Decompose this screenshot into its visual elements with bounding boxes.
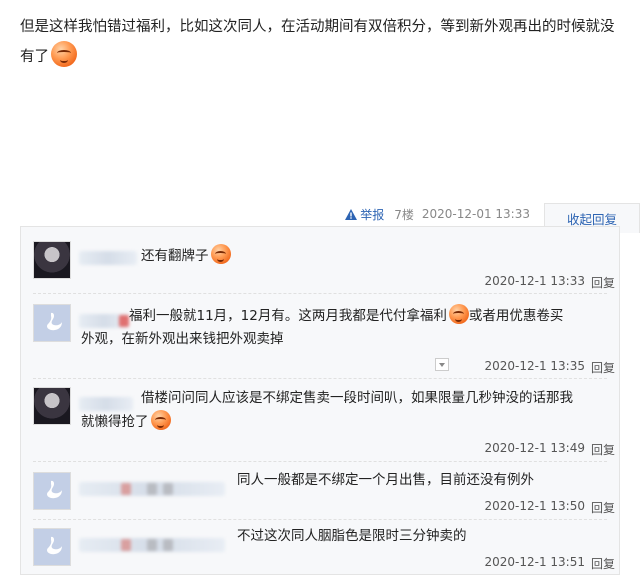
swan-icon bbox=[47, 480, 62, 499]
avatar[interactable] bbox=[33, 528, 71, 566]
swan-icon bbox=[47, 536, 62, 555]
reply-text-content: 还有翻牌子 bbox=[141, 248, 209, 264]
blurred-username[interactable] bbox=[79, 538, 225, 552]
laughing-emoji-icon bbox=[210, 244, 231, 264]
user-badge-icon bbox=[121, 539, 131, 551]
reply-text-line2-text: 就懒得抢了 bbox=[81, 414, 149, 430]
warning-triangle-icon bbox=[345, 208, 358, 220]
avatar[interactable] bbox=[33, 241, 71, 279]
avatar[interactable] bbox=[33, 472, 71, 510]
reply-button[interactable]: 回复 bbox=[591, 555, 615, 572]
reply-text-line1-a: 福利一般就11月，12月有。这两月我都是代付拿福利 bbox=[129, 308, 447, 324]
reply-button[interactable]: 回复 bbox=[591, 274, 615, 291]
blurred-username[interactable] bbox=[79, 482, 225, 496]
avatar[interactable] bbox=[33, 387, 71, 425]
floor-number: 7楼 bbox=[394, 207, 414, 222]
reply-text-line1: 借楼问问同人应该是不绑定售卖一段时间叭，如果限量几秒钟没的话那我 bbox=[141, 390, 573, 406]
reply-text: 福利一般就11月，12月有。这两月我都是代付拿福利 或者用优惠卷买 bbox=[129, 304, 619, 328]
reply-meta: 2020-12-1 13:50 回复 bbox=[484, 499, 615, 516]
post-time: 2020-12-01 13:33 bbox=[421, 207, 530, 221]
reply-text-line2: 就懒得抢了 bbox=[81, 410, 171, 434]
reply-time: 2020-12-1 13:33 bbox=[484, 274, 585, 288]
user-badge-icon bbox=[147, 539, 157, 551]
reply-panel: 还有翻牌子 2020-12-1 13:33 回复 福利一般就11月，12月有。这… bbox=[20, 226, 620, 575]
reply-meta: 2020-12-1 13:33 回复 bbox=[484, 274, 615, 291]
reply-meta: 2020-12-1 13:51 回复 bbox=[484, 555, 615, 572]
avatar[interactable] bbox=[33, 304, 71, 342]
post-content: 但是这样我怕错过福利，比如这次同人，在活动期间有双倍积分，等到新外观再出的时候就… bbox=[20, 14, 620, 71]
reply-text-line2: 外观，在新外观出来钱把外观卖掉 bbox=[81, 331, 284, 347]
reply-text-line1: 福利一般就11月，12月有。这两月我都是代付拿福利 或者用优惠卷买 bbox=[129, 304, 619, 328]
blurred-username[interactable] bbox=[79, 251, 137, 265]
reply-time: 2020-12-1 13:50 bbox=[484, 499, 585, 513]
user-badge-icon bbox=[163, 539, 173, 551]
reply-text: 同人一般都是不绑定一个月出售，目前还没有例外 bbox=[237, 472, 534, 488]
reply-button[interactable]: 回复 bbox=[591, 441, 615, 458]
reply-time: 2020-12-1 13:49 bbox=[484, 441, 585, 455]
report-label: 举报 bbox=[360, 207, 385, 222]
reply-time: 2020-12-1 13:51 bbox=[484, 555, 585, 569]
divider bbox=[33, 519, 607, 520]
laughing-emoji-icon bbox=[150, 410, 171, 430]
reply-text: 不过这次同人胭脂色是限时三分钟卖的 bbox=[237, 528, 467, 544]
reply-meta: 2020-12-1 13:35 回复 bbox=[484, 359, 615, 376]
divider bbox=[33, 461, 607, 462]
user-badge-icon bbox=[147, 483, 157, 495]
reply-button[interactable]: 回复 bbox=[591, 499, 615, 516]
user-badge-icon bbox=[119, 315, 129, 327]
user-badge-icon bbox=[121, 483, 131, 495]
reply-button[interactable]: 回复 bbox=[591, 359, 615, 376]
post-meta: 举报 7楼 2020-12-01 13:33 收起回复 bbox=[345, 203, 640, 233]
swan-icon bbox=[47, 312, 62, 331]
post-text-line1: 但是这样我怕错过福利，比如这次同人，在活动期间有双倍积分，等到新外观再出的时候就… bbox=[20, 19, 615, 35]
post-text-line2-text: 有了 bbox=[20, 49, 49, 65]
blurred-username[interactable] bbox=[79, 314, 129, 328]
report-link[interactable]: 举报 bbox=[345, 206, 384, 223]
divider bbox=[33, 293, 607, 294]
blurred-username[interactable] bbox=[79, 397, 133, 411]
post-text-line2: 有了 bbox=[20, 41, 620, 71]
divider bbox=[33, 378, 607, 379]
laughing-emoji-icon bbox=[448, 304, 469, 324]
reply-meta: 2020-12-1 13:49 回复 bbox=[484, 441, 615, 458]
reply-text-line1-b: 或者用优惠卷买 bbox=[468, 308, 564, 324]
reply-time: 2020-12-1 13:35 bbox=[484, 359, 585, 373]
reply-text: 还有翻牌子 bbox=[141, 244, 231, 268]
user-badge-icon bbox=[163, 483, 173, 495]
laughing-emoji-icon bbox=[51, 41, 77, 67]
more-dropdown-icon[interactable] bbox=[435, 358, 449, 371]
